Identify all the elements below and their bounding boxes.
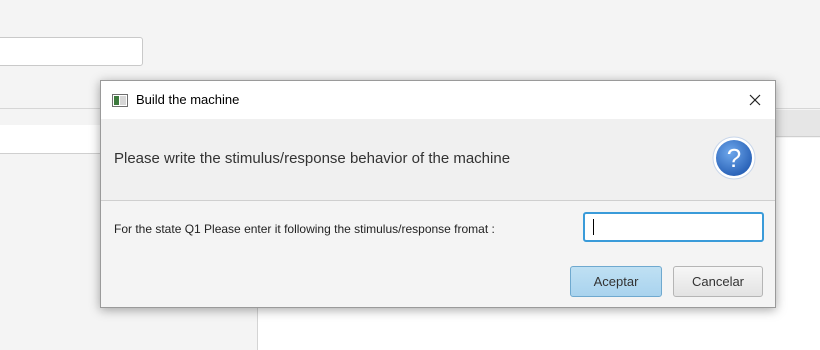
close-icon <box>749 94 761 106</box>
dialog-title: Build the machine <box>136 92 240 107</box>
prompt-label: For the state Q1 Please enter it followi… <box>114 222 495 236</box>
cancel-button[interactable]: Cancelar <box>673 266 763 297</box>
build-machine-dialog: Build the machine Please write the stimu… <box>100 80 776 308</box>
accept-button[interactable]: Aceptar <box>570 266 662 297</box>
help-icon: ? <box>712 136 756 180</box>
help-icon-glyph: ? <box>727 143 741 173</box>
background-left-field <box>0 125 110 154</box>
dialog-titlebar[interactable]: Build the machine <box>101 81 775 119</box>
window-app-icon <box>112 94 128 107</box>
close-button[interactable] <box>735 81 775 119</box>
background-text-field[interactable] <box>0 37 143 66</box>
dialog-header-text: Please write the stimulus/response behav… <box>114 150 511 167</box>
text-caret <box>593 219 594 235</box>
dialog-header-panel: Please write the stimulus/response behav… <box>101 119 775 201</box>
stimulus-response-input[interactable] <box>583 212 764 242</box>
